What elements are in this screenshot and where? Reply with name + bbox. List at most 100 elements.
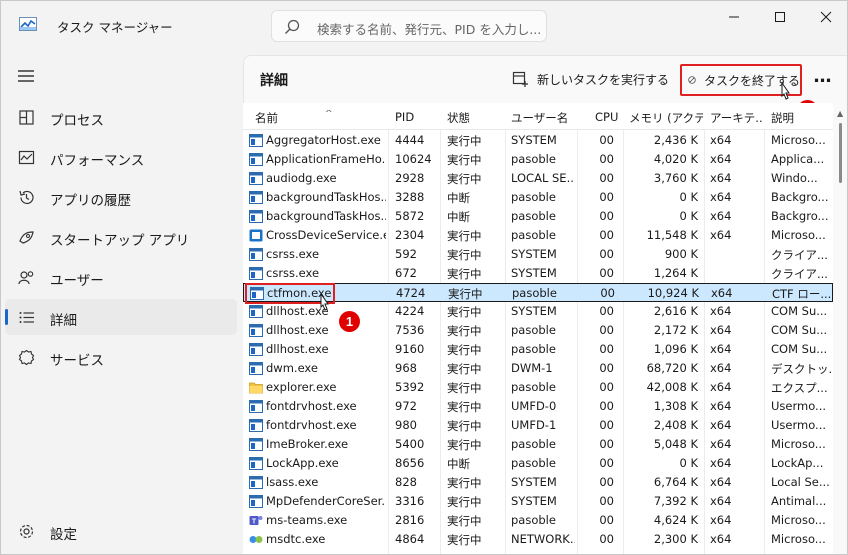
cell-cpu: 00	[599, 152, 614, 166]
application-icon	[249, 267, 263, 280]
cell-desc: Microso...	[771, 513, 826, 527]
cell-user: pasoble	[511, 209, 556, 223]
cell-arch: x64	[710, 361, 732, 375]
users-icon	[18, 271, 34, 285]
sidebar-item-performance[interactable]: パフォーマンス	[5, 139, 237, 175]
column-header-architecture[interactable]: アーキテ...	[710, 110, 762, 126]
startup-icon	[19, 231, 34, 244]
table-row[interactable]: fontdrvhost.exe 980 実行中 UMFD-1 00 2,408 K x64 U…	[243, 416, 833, 435]
cross-device-icon	[249, 229, 263, 242]
cell-pid: 7536	[395, 323, 425, 337]
application-icon	[249, 248, 263, 261]
cell-cpu: 00	[599, 494, 614, 508]
history-icon	[19, 190, 34, 205]
sidebar-item-label: プロセス	[50, 113, 104, 129]
cell-cpu: 00	[599, 456, 614, 470]
cell-status: 実行中	[447, 324, 482, 338]
folder-icon	[249, 382, 263, 394]
cell-arch: x64	[710, 152, 732, 166]
minimize-button[interactable]	[711, 1, 757, 33]
table-row[interactable]: dllhost.exe 7536 実行中 pasoble 00 2,172 K x64 COM…	[243, 321, 833, 340]
table-row[interactable]: CrossDeviceService.e... 2304 実行中 pasoble 00 1…	[243, 226, 833, 245]
cell-mem: 4,624 K	[653, 513, 698, 527]
cell-user: DWM-1	[511, 361, 553, 375]
close-button[interactable]	[803, 1, 847, 33]
column-header-memory[interactable]: メモリ (アクテ...	[629, 110, 703, 126]
sidebar-item-details[interactable]: 詳細	[5, 299, 237, 335]
cell-desc: エクスプ...	[771, 381, 828, 395]
cell-cpu: 00	[599, 323, 614, 337]
scroll-up-icon[interactable]: ▲	[837, 109, 843, 118]
cell-status: 実行中	[447, 305, 482, 319]
vertical-scrollbar[interactable]: ▲	[833, 103, 847, 554]
table-row[interactable]: msdtc.exe 4864 実行中 NETWORK... 00 2,300 K x64 Mi…	[243, 530, 833, 549]
process-name: dllhost.exe	[266, 323, 329, 337]
mouse-cursor-icon	[781, 82, 790, 100]
sidebar-item-startup-apps[interactable]: スタートアップ アプリ	[5, 219, 237, 255]
table-row[interactable]: csrss.exe 592 実行中 SYSTEM 00 900 K クライア...	[243, 245, 833, 264]
table-row[interactable]: dwm.exe 968 実行中 DWM-1 00 68,720 K x64 デスクトッ...	[243, 359, 833, 378]
table-row[interactable]: audiodg.exe 2928 実行中 LOCAL SE... 00 3,760 K x6…	[243, 169, 833, 188]
cell-pid: 5400	[395, 437, 425, 451]
sidebar-item-services[interactable]: サービス	[5, 339, 237, 375]
table-row[interactable]: csrss.exe 672 実行中 SYSTEM 00 1,264 K クライア...	[243, 264, 833, 283]
cell-status: 中断	[447, 210, 470, 224]
more-options-button[interactable]: …	[810, 68, 836, 92]
column-header-pid[interactable]: PID	[395, 110, 439, 124]
cell-cpu: 00	[599, 266, 614, 280]
process-name: dllhost.exe	[266, 342, 329, 356]
column-header-description[interactable]: 説明	[771, 110, 831, 126]
network-service-icon	[249, 536, 263, 543]
sidebar-item-app-history[interactable]: アプリの履歴	[5, 179, 237, 215]
cell-pid: 5392	[395, 380, 425, 394]
column-header-name[interactable]: 名前 ^	[255, 110, 385, 126]
table-row[interactable]: MpDefenderCoreSer... 3316 実行中 SYSTEM 00 7,392…	[243, 492, 833, 511]
cell-pid: 2304	[395, 228, 425, 242]
column-header-user[interactable]: ユーザー名	[511, 110, 575, 126]
maximize-button[interactable]	[757, 1, 803, 33]
table-row[interactable]: ApplicationFrameHo... 10624 実行中 pasoble 00 4,…	[243, 150, 833, 169]
cell-user: pasoble	[511, 437, 556, 451]
scroll-thumb[interactable]	[839, 123, 842, 183]
table-row[interactable]: Tms-teams.exe 2816 実行中 pasoble 00 4,624 K x64 M…	[243, 511, 833, 530]
sidebar-item-users[interactable]: ユーザー	[5, 259, 237, 295]
cell-cpu: 00	[599, 190, 614, 204]
performance-icon	[18, 150, 35, 165]
table-row[interactable]: backgroundTaskHos... 5872 中断 pasoble 00 0 K x6…	[243, 207, 833, 226]
table-row[interactable]: explorer.exe 5392 実行中 pasoble 00 42,008 K x64 エ…	[243, 378, 833, 397]
column-header-cpu[interactable]: CPU	[595, 110, 623, 124]
table-row[interactable]: fontdrvhost.exe 972 実行中 UMFD-0 00 1,308 K x64 U…	[243, 397, 833, 416]
cell-status: 実行中	[447, 400, 482, 414]
cell-arch: x64	[710, 437, 732, 451]
table-row[interactable]: backgroundTaskHos... 3288 中断 pasoble 00 0 K x6…	[243, 188, 833, 207]
cell-pid: 2928	[395, 171, 425, 185]
sidebar-item-settings[interactable]: 設定	[5, 513, 237, 549]
search-box[interactable]: 検索する名前、発行元、PID を入力し...	[271, 10, 547, 42]
hamburger-menu-icon[interactable]	[17, 69, 35, 83]
table-row[interactable]: AggregatorHost.exe 4444 実行中 SYSTEM 00 2,436 K…	[243, 131, 833, 150]
cell-user: SYSTEM	[511, 475, 557, 489]
active-indicator	[5, 309, 8, 325]
mouse-cursor-icon	[320, 293, 329, 311]
table-row[interactable]: dllhost.exe 9160 実行中 pasoble 00 1,096 K x64 COM…	[243, 340, 833, 359]
cell-mem: 2,300 K	[653, 532, 698, 546]
cell-arch: x64	[710, 513, 732, 527]
cell-user: SYSTEM	[511, 133, 557, 147]
process-name: ApplicationFrameHo...	[266, 152, 386, 166]
sort-ascending-icon: ^	[325, 110, 333, 119]
table-row[interactable]: lsass.exe 828 実行中 SYSTEM 00 6,764 K x64 Local S…	[243, 473, 833, 492]
window-title: タスク マネージャー	[57, 20, 173, 35]
column-header-status[interactable]: 状態	[447, 110, 503, 126]
table-row[interactable]: LockApp.exe 8656 中断 pasoble 00 0 K x64 LockAp..…	[243, 454, 833, 473]
cell-pid: 3288	[395, 190, 425, 204]
process-name: lsass.exe	[266, 475, 319, 489]
cell-mem: 10,924 K	[647, 286, 699, 300]
table-row[interactable]: ImeBroker.exe 5400 実行中 pasoble 00 5,048 K x64 M…	[243, 435, 833, 454]
process-name: msdtc.exe	[266, 532, 326, 546]
run-new-task-button[interactable]: 新しいタスクを実行する	[512, 66, 669, 92]
cell-user: SYSTEM	[511, 247, 557, 261]
cell-desc: Microso...	[771, 133, 826, 147]
cell-mem: 2,408 K	[653, 418, 698, 432]
process-name: fontdrvhost.exe	[266, 418, 357, 432]
sidebar-item-processes[interactable]: プロセス	[5, 99, 237, 135]
